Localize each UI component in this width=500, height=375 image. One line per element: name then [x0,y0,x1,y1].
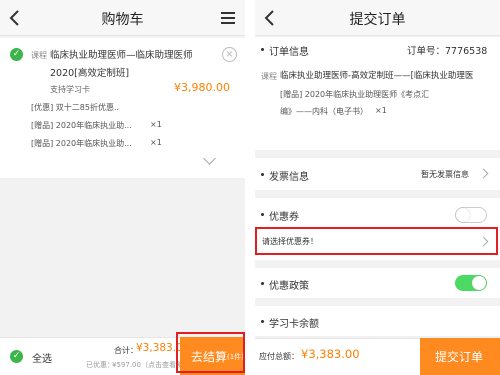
item-price: ¥3,980.00 [174,81,230,94]
total-label: 合计： [114,346,138,355]
gift-line-1: [赠品] 2020年临床执业助理医师《考点汇 [280,90,430,99]
gift-qty-2: ×1 [150,138,162,147]
order-number: 订单号：7776538 [407,46,488,57]
support-card-text: 支持学习卡 [50,85,90,94]
invoice-value: 暂无发票信息 [421,170,469,179]
expand-chevron-icon[interactable] [203,152,216,165]
gift-qty: ×1 [375,106,387,115]
select-all-checkbox[interactable]: ✓ [10,350,23,363]
gift-line-2: [赠品] 2020年临床执业助... [31,139,132,148]
order-info-card: 订单信息 订单号：7776538 课程 临床执业助理医师-高效定制班——[临床执… [255,37,500,150]
course-tag: 课程 [261,72,277,81]
gift-line-1: [赠品] 2020年临床执业助... [31,121,132,130]
promo-line[interactable]: [优惠] 双十二85折优惠.. [31,102,119,113]
payable-value: ¥3,383.00 [301,347,360,361]
coupon-toggle[interactable] [455,207,487,223]
card-balance-row: 学习卡余额 [255,306,500,336]
menu-icon[interactable] [221,12,235,24]
item-checkbox[interactable]: ✓ [10,48,23,61]
bullet-icon [261,282,264,285]
policy-label: 优惠政策 [269,281,309,292]
bullet-icon [261,320,264,323]
coupon-label: 优惠券 [269,212,299,223]
bullet-icon [261,213,264,216]
course-name: 临床执业助理医师-高效定制班——[临床执业助理医 [280,71,474,81]
course-name-line1[interactable]: 临床执业助理医师—临床助理医师 [50,47,193,61]
remove-item-icon[interactable]: × [222,47,237,62]
submit-label: 提交订单 [435,350,484,364]
invoice-label: 发票信息 [269,172,309,183]
select-all-label[interactable]: 全选 [32,350,52,365]
cart-screen: 购物车 ✓ 课程 临床执业助理医师—临床助理医师 2020[高效定制班] × 支… [0,0,245,375]
discount-label: 已优惠： [86,361,114,369]
gift-qty-1: ×1 [150,120,162,129]
order-info-label: 订单信息 [269,47,309,58]
course-name-line2[interactable]: 2020[高效定制班] [50,65,129,79]
bullet-icon [261,173,264,176]
highlight-box-coupon [255,227,498,255]
order-screen: 提交订单 订单信息 订单号：7776538 课程 临床执业助理医师-高效定制班—… [255,0,500,375]
order-header: 提交订单 [255,0,500,36]
cart-header: 购物车 [0,0,245,36]
submit-order-button[interactable]: 提交订单 [420,338,500,375]
gift-line-2: 编》——内科（电子书） [280,107,368,116]
payable-label: 应付总额： [259,352,299,361]
highlight-box-checkout [176,332,245,373]
page-title: 购物车 [101,12,144,28]
card-balance-label: 学习卡余额 [269,319,319,330]
invoice-row[interactable]: 发票信息 暂无发票信息 [255,158,500,190]
policy-row: 优惠政策 [255,268,500,298]
policy-toggle[interactable] [455,275,487,291]
page-title: 提交订单 [349,12,406,28]
cart-item-card: ✓ 课程 临床执业助理医师—临床助理医师 2020[高效定制班] × 支持学习卡… [0,38,245,178]
course-tag: 课程 [31,51,47,60]
chevron-right-icon [478,168,489,179]
bullet-icon [261,48,264,51]
